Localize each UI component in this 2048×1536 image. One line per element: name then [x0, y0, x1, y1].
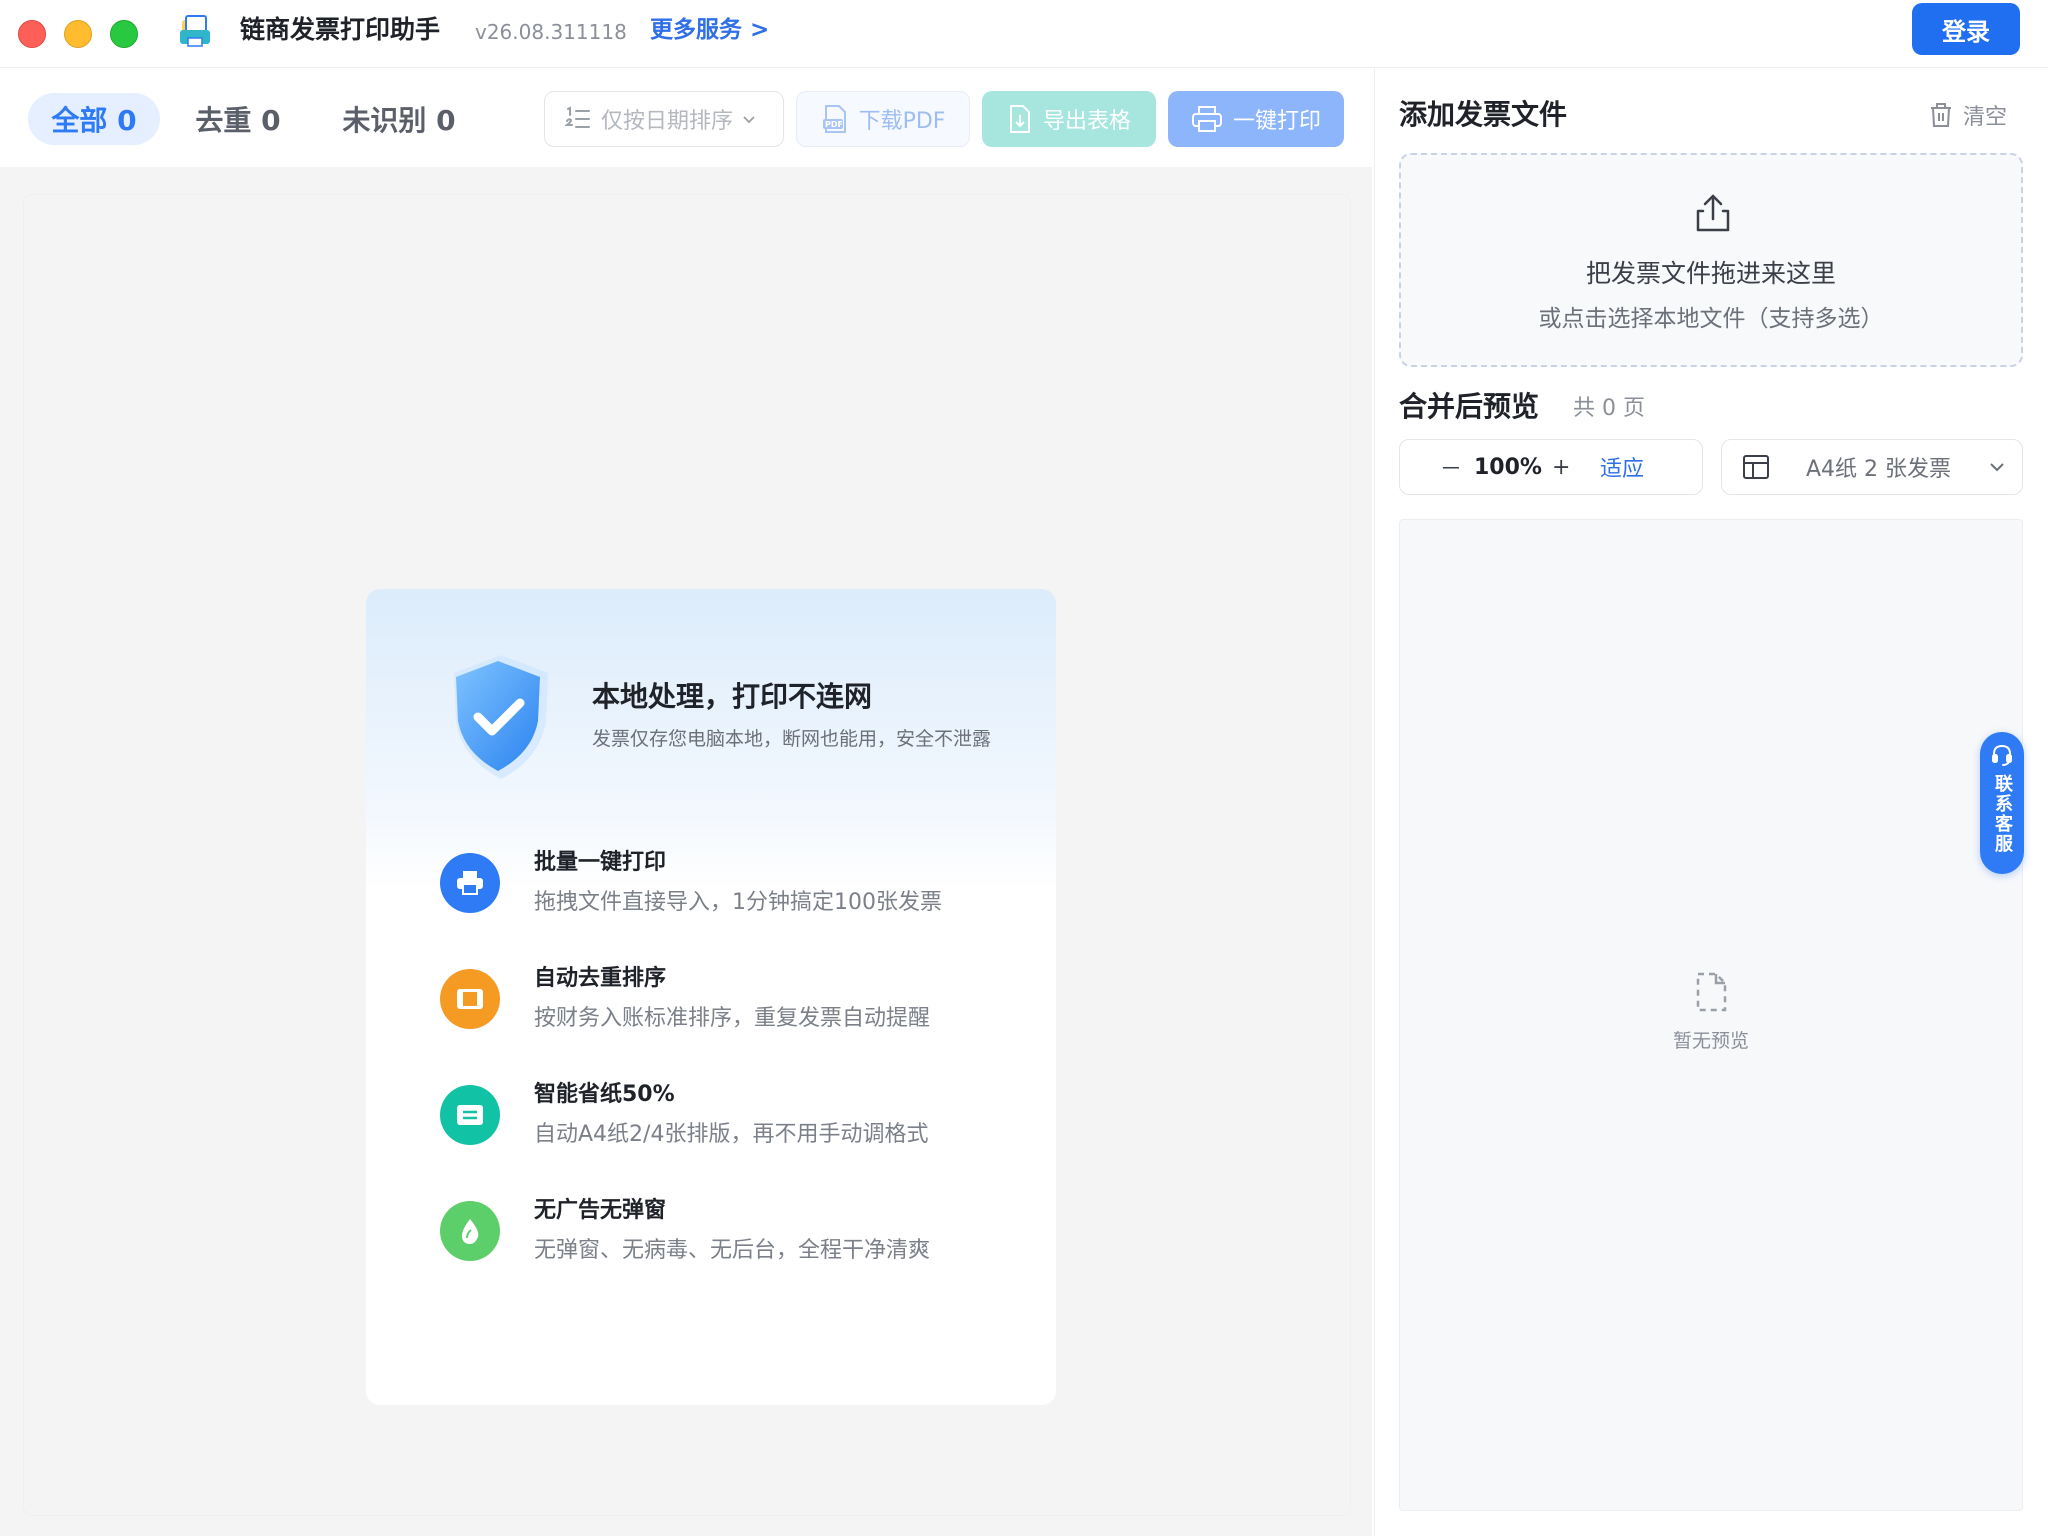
clear-label: 清空	[1963, 105, 2008, 130]
print-all-label: 一键打印	[1232, 109, 1321, 134]
sort-select-label: 仅按日期排序	[601, 109, 734, 134]
zoom-fit-button[interactable]: 适应	[1600, 451, 1644, 483]
sort-list-icon	[565, 106, 590, 128]
clear-button[interactable]: 清空	[1929, 99, 2007, 131]
leaf-icon	[440, 1201, 500, 1261]
file-dropzone[interactable]: 把发票文件拖进来这里 或点击选择本地文件（支持多选）	[1399, 153, 2023, 367]
feature-title: 自动去重排序	[534, 966, 667, 991]
more-services-link[interactable]: 更多服务 >	[650, 14, 769, 46]
feature-title: 智能省纸50%	[534, 1082, 675, 1107]
zoom-value: 100%	[1474, 454, 1542, 480]
svg-text:PDF: PDF	[825, 120, 843, 129]
tab-unrecognized[interactable]: 未识别 0	[324, 93, 474, 145]
zoom-control: － 100% + 适应	[1399, 439, 1703, 495]
chevron-down-icon	[743, 116, 755, 124]
sort-select[interactable]: 仅按日期排序	[544, 91, 784, 147]
chevron-down-icon	[1990, 463, 2004, 472]
download-pdf-button[interactable]: PDF 下载PDF	[796, 91, 970, 147]
printer-icon	[1191, 106, 1222, 132]
export-table-label: 导出表格	[1042, 109, 1131, 134]
feature-item: 批量一键打印 拖拽文件直接导入，1分钟搞定100张发票	[440, 850, 1030, 933]
contact-support-button[interactable]: 联系客服	[1980, 732, 2024, 874]
preview-title: 合并后预览	[1399, 390, 1540, 423]
shield-check-icon	[454, 655, 548, 779]
zoom-out-button[interactable]: －	[1440, 451, 1462, 483]
dropzone-title: 把发票文件拖进来这里	[1585, 259, 1836, 288]
window-zoom-button[interactable]	[110, 20, 138, 48]
feature-desc: 无弹窗、无病毒、无后台，全程干净清爽	[534, 1238, 931, 1263]
feature-item: 智能省纸50% 自动A4纸2/4张排版，再不用手动调格式	[440, 1082, 1030, 1165]
printer-icon	[440, 853, 500, 913]
merged-preview-area: 暂无预览	[1399, 519, 2023, 1511]
window-minimize-button[interactable]	[64, 20, 92, 48]
print-all-button[interactable]: 一键打印	[1168, 91, 1344, 147]
empty-preview-text: 暂无预览	[1672, 1030, 1749, 1052]
feature-title: 批量一键打印	[534, 850, 667, 875]
layout-select[interactable]: A4纸 2 张发票	[1721, 439, 2023, 495]
feature-item: 无广告无弹窗 无弹窗、无病毒、无后台，全程干净清爽	[440, 1198, 1030, 1281]
feature-desc: 拖拽文件直接导入，1分钟搞定100张发票	[534, 890, 942, 915]
add-files-title: 添加发票文件	[1399, 98, 1568, 131]
tab-all[interactable]: 全部 0	[28, 93, 160, 145]
empty-file-icon	[1696, 972, 1727, 1012]
window-close-button[interactable]	[18, 20, 46, 48]
feature-item: 自动去重排序 按财务入账标准排序，重复发票自动提醒	[440, 966, 1030, 1049]
intro-title: 本地处理，打印不连网	[592, 680, 873, 713]
app-version: v26.08.311118	[475, 20, 627, 44]
app-name: 链商发票打印助手	[240, 15, 441, 44]
title-bar: 链商发票打印助手 v26.08.311118 更多服务 > 登录	[0, 0, 2048, 68]
left-pane: 全部 0 去重 0 未识别 0 仅按日期排序 PDF 下载PDF 导出表格 一键…	[0, 69, 1372, 1536]
intro-subtitle: 发票仅存您电脑本地，断网也能用，安全不泄露	[592, 728, 992, 750]
intro-card: 本地处理，打印不连网 发票仅存您电脑本地，断网也能用，安全不泄露 批量一键打印 …	[366, 589, 1056, 1405]
stack-icon	[440, 969, 500, 1029]
app-logo-icon	[180, 15, 210, 47]
login-button[interactable]: 登录	[1912, 3, 2020, 55]
layout-icon	[1743, 455, 1769, 479]
pdf-icon: PDF	[822, 105, 846, 133]
export-table-button[interactable]: 导出表格	[982, 91, 1156, 147]
feature-desc: 自动A4纸2/4张排版，再不用手动调格式	[534, 1122, 929, 1147]
right-pane: 添加发票文件 清空 把发票文件拖进来这里 或点击选择本地文件（支持多选） 合并后…	[1374, 69, 2048, 1536]
layout-select-value: A4纸 2 张发票	[1806, 457, 1952, 482]
contact-support-label: 联系客服	[1992, 774, 2013, 854]
dropzone-hint: 或点击选择本地文件（支持多选）	[1538, 306, 1884, 332]
feature-title: 无广告无弹窗	[534, 1198, 667, 1223]
invoice-list-area: 本地处理，打印不连网 发票仅存您电脑本地，断网也能用，安全不泄露 批量一键打印 …	[24, 195, 1350, 1515]
zoom-in-button[interactable]: +	[1552, 455, 1570, 480]
page-count: 共 0 页	[1573, 396, 1645, 421]
document-icon	[440, 1085, 500, 1145]
trash-icon	[1931, 103, 1951, 127]
toolbar: 全部 0 去重 0 未识别 0 仅按日期排序 PDF 下载PDF 导出表格 一键…	[0, 69, 1372, 167]
download-pdf-label: 下载PDF	[858, 109, 946, 134]
upload-icon	[1696, 194, 1730, 232]
headset-icon	[1992, 744, 2012, 766]
export-file-icon	[1009, 105, 1030, 133]
feature-desc: 按财务入账标准排序，重复发票自动提醒	[534, 1006, 931, 1031]
tab-dedupe[interactable]: 去重 0	[178, 93, 298, 145]
